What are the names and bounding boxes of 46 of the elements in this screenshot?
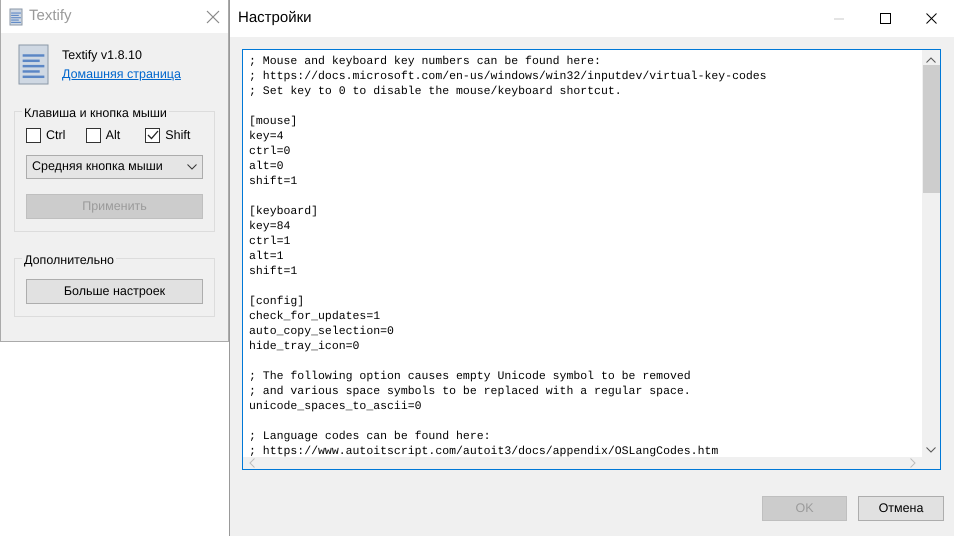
window-title: Textify <box>29 6 73 26</box>
code-line: key=84 <box>249 219 292 234</box>
code-line: ; Set key to 0 to disable the mouse/keyboard shortcut. <box>249 84 623 99</box>
code-line: ; The following option causes empty Unicode symbol to be removed <box>249 369 692 384</box>
code-line: alt=1 <box>249 249 285 264</box>
code-line: ; https://docs.microsoft.com/en-us/windows/win32/inputdev/virtual-key-codes <box>249 69 768 84</box>
app-icon <box>9 8 23 26</box>
checkbox[interactable]: Shift <box>145 126 203 145</box>
app-version: Textify v1.8.10 <box>62 46 143 64</box>
code-line: [mouse] <box>249 114 298 129</box>
chevron-up-icon <box>926 57 936 63</box>
cancel-button[interactable]: Отмена <box>858 496 944 521</box>
more-settings-button[interactable]: Больше настроек <box>26 278 203 304</box>
chevron-down-icon <box>187 164 197 170</box>
code-line: ctrl=1 <box>249 234 292 249</box>
checkmark-icon <box>146 130 159 140</box>
code-line: ; https://www.autoitscript.com/autoit3/docs/appendix/OSLangCodes.htm <box>249 444 720 457</box>
homepage-link[interactable]: Домашняя страница <box>62 64 181 84</box>
code-line: auto_copy_selection=0 <box>249 324 395 339</box>
code-line: shift=1 <box>249 174 298 189</box>
horizontal-scrollbar[interactable] <box>243 457 922 469</box>
maximize-icon[interactable] <box>880 13 890 24</box>
code-line: key=4 <box>249 129 285 144</box>
app-logo-icon <box>18 44 49 85</box>
chevron-down-icon <box>926 447 936 453</box>
code-line: alt=0 <box>249 159 285 174</box>
close-icon[interactable] <box>926 13 936 24</box>
chevron-right-icon <box>910 458 916 468</box>
code-line: [keyboard] <box>249 204 320 219</box>
vertical-scrollbar[interactable] <box>922 50 940 457</box>
code-line: ; and various space symbols to be replaced with a regular space. <box>249 384 692 399</box>
code-line: ; Mouse and keyboard key numbers can be found here: <box>249 54 602 69</box>
code-line: ; Language codes can be found here: <box>249 429 492 444</box>
chevron-left-icon <box>249 458 255 468</box>
code-line: ctrl=0 <box>249 144 292 159</box>
code-line: [config] <box>249 294 306 309</box>
code-line: hide_tray_icon=0 <box>249 339 360 354</box>
scrollbar-thumb[interactable] <box>922 65 940 193</box>
text-editor-field[interactable] <box>242 49 941 470</box>
window-title: Настройки <box>238 8 313 28</box>
checkbox[interactable]: Ctrl <box>26 126 86 145</box>
code-line: shift=1 <box>249 264 298 279</box>
mouse-button-dropdown[interactable]: Средняя кнопка мыши <box>26 154 203 179</box>
checkbox[interactable]: Alt <box>86 126 146 145</box>
code-line: check_for_updates=1 <box>249 309 382 324</box>
code-line: unicode_spaces_to_ascii=0 <box>249 399 423 414</box>
